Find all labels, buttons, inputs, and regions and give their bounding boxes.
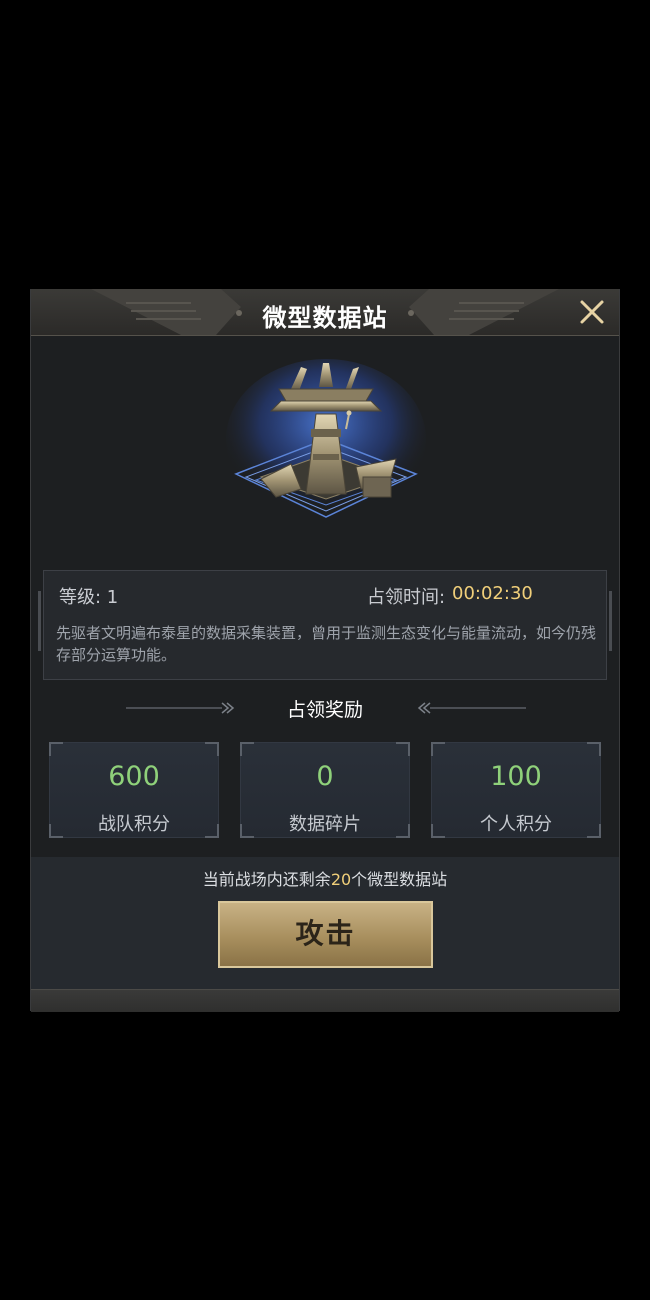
dialog-bottom-bar — [31, 989, 619, 1012]
remaining-count: 20 — [330, 870, 352, 889]
reward-card-team-points: 600 战队积分 — [49, 742, 219, 838]
panel-edge-left — [38, 591, 41, 651]
reward-value: 0 — [316, 761, 334, 792]
occupy-time-label: 占领时间: — [367, 587, 446, 608]
footer-section: 当前战场内还剩余20个微型数据站 攻击 — [31, 857, 619, 989]
occupy-time-value: 00:02:30 — [452, 583, 533, 604]
reward-value: 100 — [490, 761, 542, 792]
station-description: 先驱者文明遍布泰星的数据采集装置，曾用于监测生态变化与能量流动，如今仍残存部分运… — [56, 624, 597, 664]
attack-button[interactable]: 攻击 — [218, 901, 433, 968]
close-button[interactable] — [575, 295, 609, 329]
reward-card-personal-points: 100 个人积分 — [431, 742, 601, 838]
reward-value: 600 — [108, 761, 160, 792]
data-station-tower-icon — [226, 359, 426, 519]
data-station-dialog: 微型数据站 等级: 1 占领时间: 00:02:30 先驱者文明遍布泰星的数据采… — [30, 289, 620, 1012]
reward-label: 数据碎片 — [289, 814, 361, 835]
close-icon[interactable] — [575, 295, 609, 329]
rewards-title: 占领奖励 — [286, 699, 363, 721]
station-level: 等级: 1 — [59, 587, 119, 608]
arrow-left-decoration — [417, 702, 526, 714]
panel-edge-right — [609, 591, 612, 651]
dialog-title-bar: 微型数据站 — [31, 289, 619, 336]
remaining-stations-text: 当前战场内还剩余20个微型数据站 — [202, 870, 448, 889]
reward-label: 战队积分 — [98, 814, 170, 835]
reward-label: 个人积分 — [480, 814, 552, 835]
station-info-panel: 等级: 1 占领时间: 00:02:30 先驱者文明遍布泰星的数据采集装置，曾用… — [38, 570, 612, 680]
dialog-title: 微型数据站 — [262, 304, 388, 332]
reward-card-data-fragments: 0 数据碎片 — [240, 742, 410, 838]
